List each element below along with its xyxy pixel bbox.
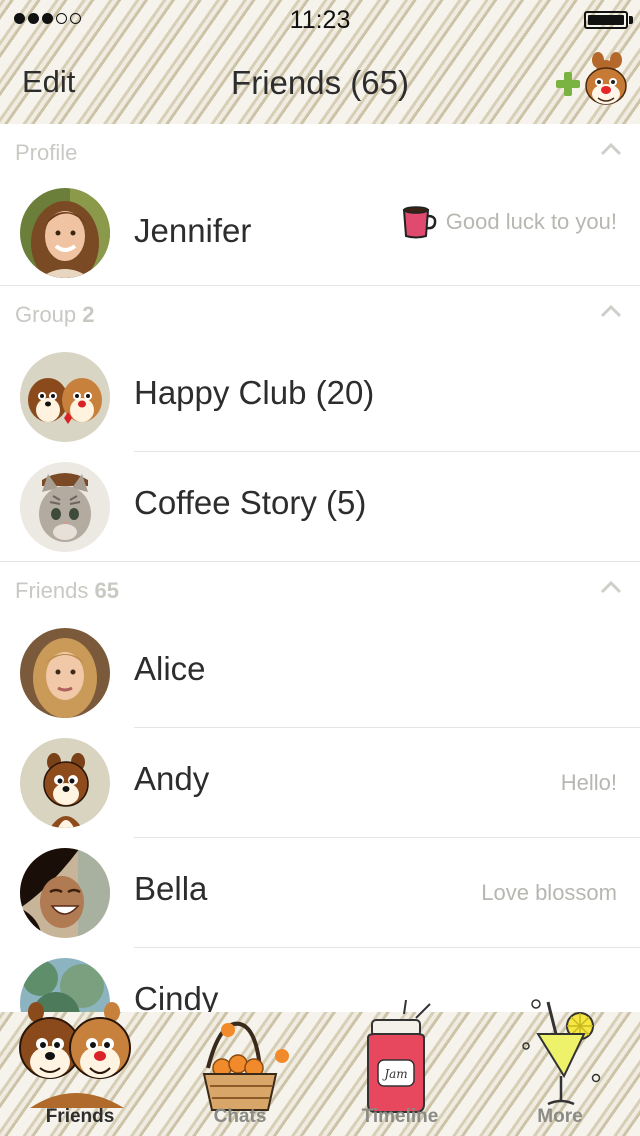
friend-row[interactable]: Alice	[0, 618, 640, 728]
chevron-up-icon[interactable]	[600, 580, 622, 594]
friend-row[interactable]: Bella Love blossom	[0, 838, 640, 948]
chevron-up-icon[interactable]	[600, 304, 622, 318]
section-label: Friends 65	[15, 578, 119, 603]
chevron-up-icon[interactable]	[600, 142, 622, 156]
add-friend-button[interactable]	[554, 50, 630, 112]
avatar	[20, 738, 110, 828]
profile-status-message: Good luck to you!	[400, 204, 617, 240]
avatar	[20, 848, 110, 938]
friend-row[interactable]: Andy Hello!	[0, 728, 640, 838]
tab-timeline[interactable]: Jam Timeline	[320, 999, 480, 1136]
coffee-cup-icon	[402, 206, 437, 239]
battery-tip	[629, 16, 633, 24]
section-header-friends[interactable]: Friends 65	[0, 562, 640, 618]
section-label: Profile	[15, 140, 78, 165]
tab-label: More	[537, 1106, 583, 1127]
profile-status-text: Good luck to you!	[445, 209, 617, 234]
avatar	[20, 628, 110, 718]
tab-more[interactable]: More	[480, 999, 640, 1136]
battery-icon	[584, 11, 628, 29]
friend-name: Andy	[134, 760, 210, 797]
group-name: Happy Club (20)	[134, 374, 375, 411]
lemonade-glass-icon	[522, 999, 601, 1106]
group-name: Coffee Story (5)	[134, 484, 367, 521]
section-label: Group 2	[15, 302, 95, 327]
add-friend-chipmunk-icon	[556, 52, 627, 105]
status-time: 11:23	[289, 6, 351, 34]
friends-list: Profile Jennifer Good luck to you! Group…	[0, 124, 640, 1058]
tab-label: Timeline	[361, 1106, 439, 1127]
tab-bar: Friends Chats Jam Timeline More	[0, 999, 640, 1136]
friend-name: Alice	[134, 650, 206, 687]
profile-name: Jennifer	[134, 212, 252, 249]
group-row[interactable]: Coffee Story (5)	[0, 452, 640, 562]
section-header-profile[interactable]: Profile	[0, 124, 640, 180]
basket-icon	[202, 1021, 289, 1111]
avatar	[20, 188, 110, 278]
section-header-groups[interactable]: Group 2	[0, 286, 640, 342]
jam-jar-icon: Jam	[367, 999, 431, 1113]
friend-name: Bella	[134, 870, 208, 907]
status-bar: 11:23	[0, 0, 640, 40]
avatar	[20, 462, 110, 552]
friend-status: Hello!	[560, 770, 617, 795]
chipmunks-icon	[19, 1002, 131, 1108]
friend-status: Love blossom	[481, 880, 617, 905]
edit-button[interactable]: Edit	[22, 64, 75, 100]
tab-label: Chats	[213, 1106, 267, 1127]
tab-label: Friends	[45, 1106, 115, 1127]
profile-row[interactable]: Jennifer Good luck to you!	[0, 180, 640, 286]
tab-chats[interactable]: Chats	[160, 1012, 320, 1136]
avatar	[20, 352, 110, 442]
group-row[interactable]: Happy Club (20)	[0, 342, 640, 452]
svg-text:Jam: Jam	[381, 1067, 407, 1081]
tab-friends[interactable]: Friends	[0, 1002, 160, 1136]
